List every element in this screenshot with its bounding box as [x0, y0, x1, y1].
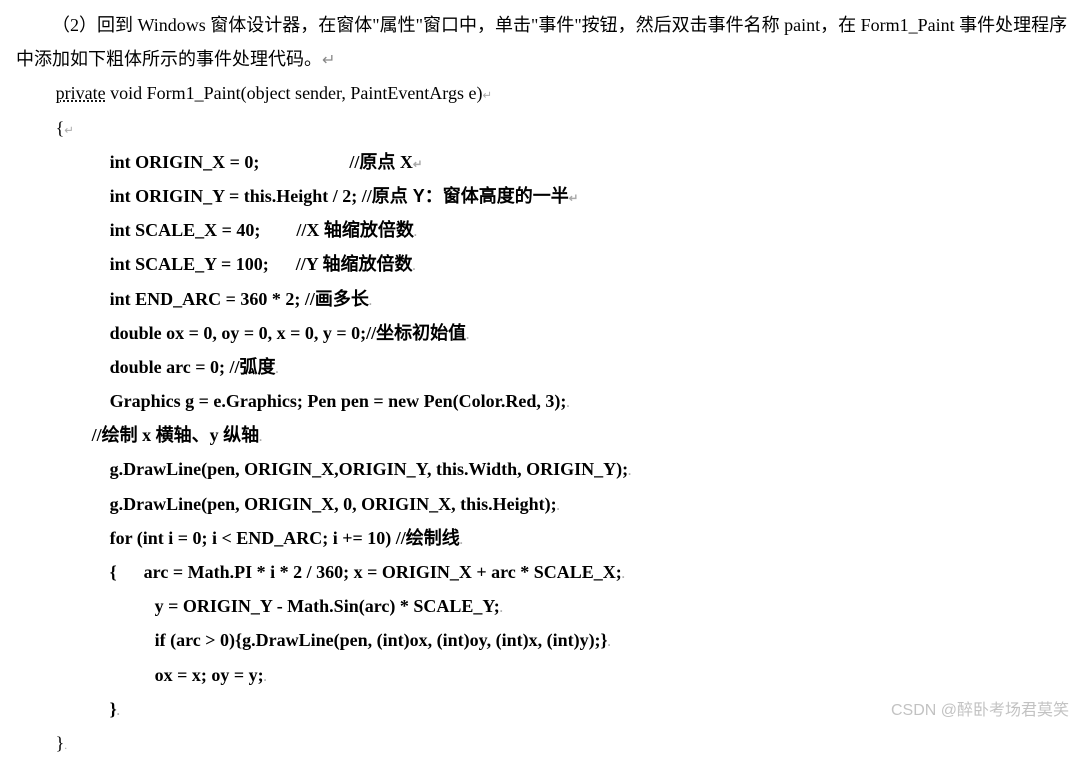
brace-open: {↵ — [56, 111, 1071, 145]
instruction-text: （2）回到 Windows 窗体设计器，在窗体"属性"窗口中，单击"事件"按钮，… — [16, 15, 1067, 69]
code-line-y-calc: y = ORIGIN_Y - Math.Sin(arc) * SCALE_Y;. — [56, 589, 1071, 623]
line-end: . — [413, 260, 416, 273]
line-end: . — [466, 329, 469, 342]
line-end: ↵ — [413, 158, 423, 171]
code-line-origin-y: int ORIGIN_Y = this.Height / 2; //原点 Y：窗… — [56, 179, 1071, 213]
line-end: . — [460, 534, 463, 547]
code-line-scale-x: int SCALE_X = 40; //X 轴缩放倍数. — [56, 213, 1071, 247]
code-block: private void Form1_Paint(object sender, … — [16, 76, 1071, 760]
line-end: ↵ — [482, 89, 492, 102]
return-mark-icon: ↵ — [322, 51, 336, 69]
code-comment-axes: //绘制 x 横轴、y 纵轴. — [56, 418, 1071, 452]
line-end: ↵ — [569, 192, 579, 205]
line-end: . — [628, 465, 631, 478]
code-line-arc-init: double arc = 0; //弧度. — [56, 350, 1071, 384]
line-end: . — [557, 500, 560, 513]
code-line-ox-oy: ox = x; oy = y;. — [56, 658, 1071, 692]
line-end: . — [622, 568, 625, 581]
code-line-loop-open: { arc = Math.PI * i * 2 / 360; x = ORIGI… — [56, 555, 1071, 589]
line-end: . — [259, 431, 262, 444]
code-line-end-arc: int END_ARC = 360 * 2; //画多长. — [56, 282, 1071, 316]
line-end: . — [264, 671, 267, 684]
code-line-scale-y: int SCALE_Y = 100; //Y 轴缩放倍数. — [56, 247, 1071, 281]
line-end: ↵ — [64, 124, 74, 137]
code-line-graphics: Graphics g = e.Graphics; Pen pen = new P… — [56, 384, 1071, 418]
line-end: . — [414, 226, 417, 239]
code-line-drawline-x: g.DrawLine(pen, ORIGIN_X,ORIGIN_Y, this.… — [56, 452, 1071, 486]
code-line-loop-close: }. — [56, 692, 1071, 726]
code-line-coords-init: double ox = 0, oy = 0, x = 0, y = 0;//坐标… — [56, 316, 1071, 350]
line-end: . — [369, 295, 372, 308]
line-end: . — [276, 363, 279, 376]
method-signature: private void Form1_Paint(object sender, … — [56, 76, 1071, 110]
code-line-for: for (int i = 0; i < END_ARC; i += 10) //… — [56, 521, 1071, 555]
brace-close: }. — [56, 726, 1071, 760]
code-line-origin-x: int ORIGIN_X = 0; //原点 X↵ — [56, 145, 1071, 179]
signature-rest: void Form1_Paint(object sender, PaintEve… — [106, 83, 483, 103]
line-end: . — [608, 636, 611, 649]
line-end: . — [500, 602, 503, 615]
line-end: . — [64, 739, 67, 752]
instruction-paragraph: （2）回到 Windows 窗体设计器，在窗体"属性"窗口中，单击"事件"按钮，… — [16, 8, 1071, 76]
line-end: . — [117, 705, 120, 718]
code-line-if-draw: if (arc > 0){g.DrawLine(pen, (int)ox, (i… — [56, 623, 1071, 657]
line-end: . — [566, 397, 569, 410]
code-line-drawline-y: g.DrawLine(pen, ORIGIN_X, 0, ORIGIN_X, t… — [56, 487, 1071, 521]
private-keyword: private — [56, 83, 106, 103]
document-body: （2）回到 Windows 窗体设计器，在窗体"属性"窗口中，单击"事件"按钮，… — [16, 8, 1071, 760]
